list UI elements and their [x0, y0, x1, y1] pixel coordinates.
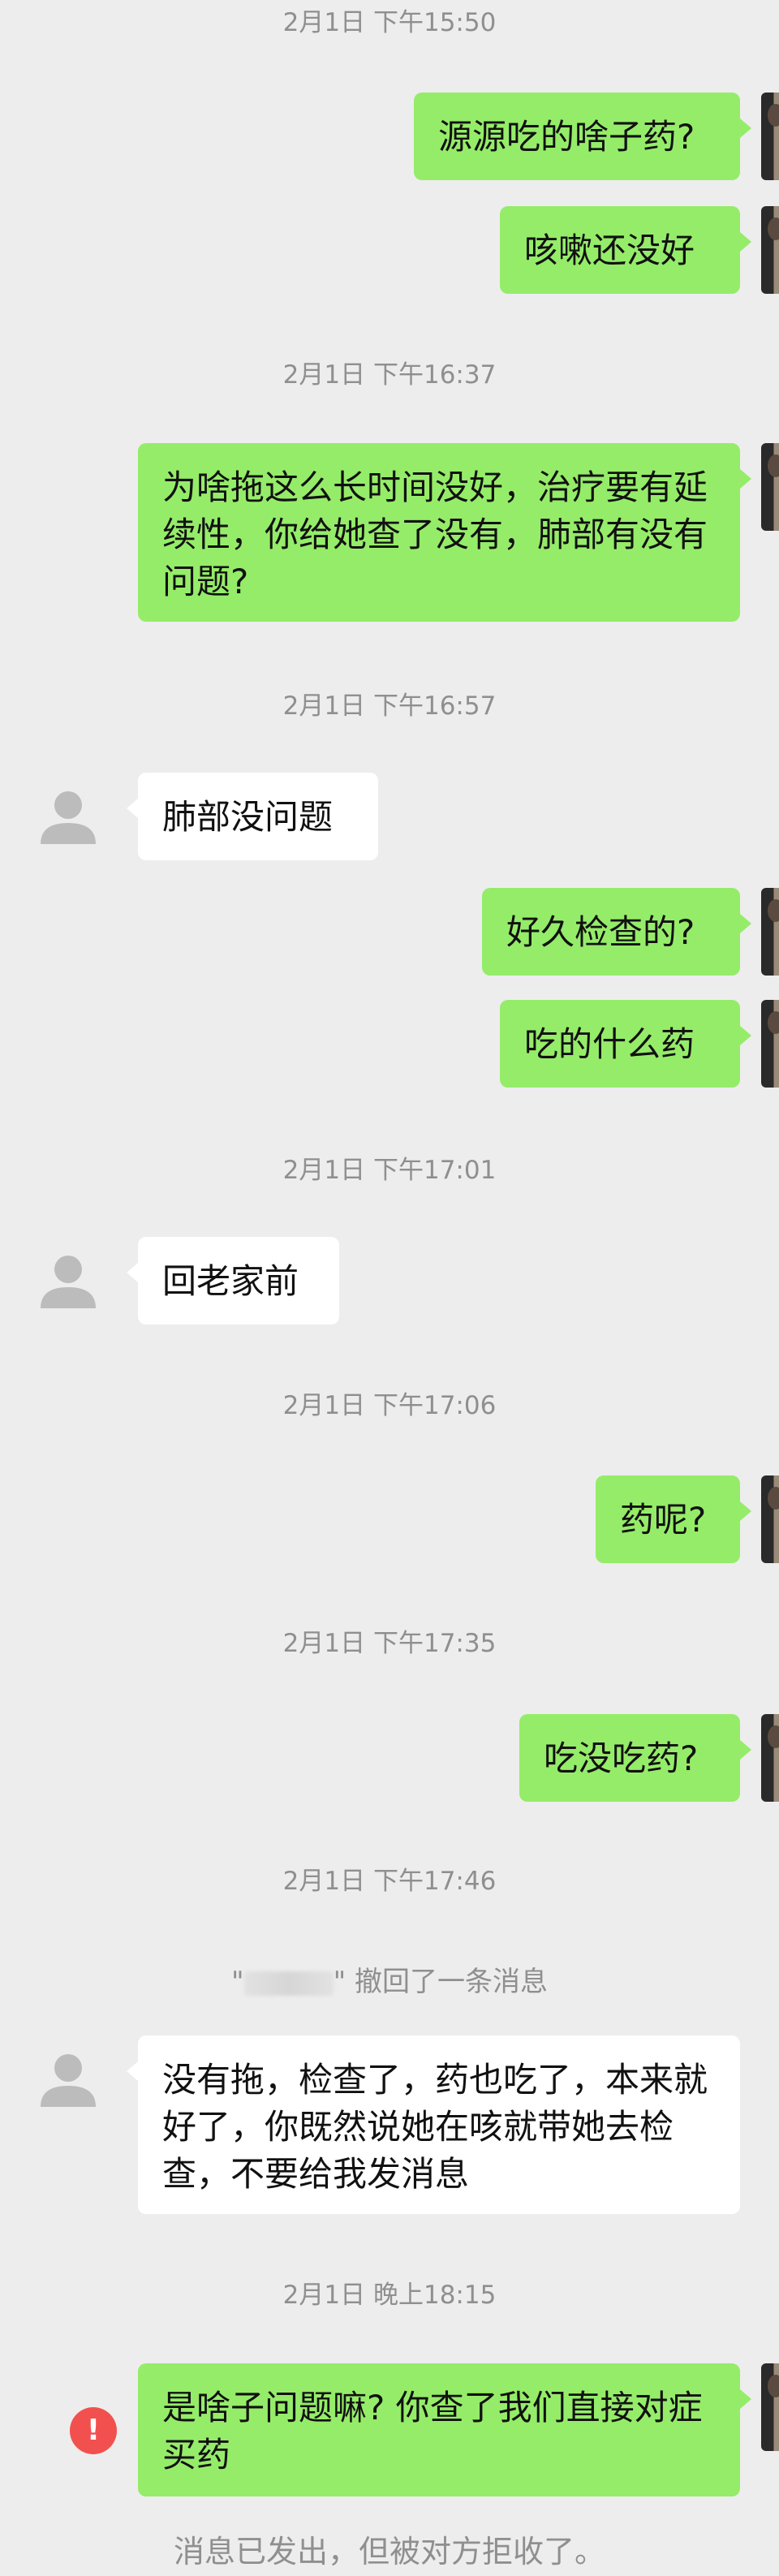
- message-bubble-received[interactable]: 没有拖，检查了，药也吃了，本来就好了，你既然说她在咳就带她去检查，不要给我发消息: [127, 2035, 740, 2214]
- message-bubble-sent[interactable]: 咳嗽还没好: [500, 206, 751, 294]
- default-person-icon: [29, 1242, 107, 1320]
- recall-notice: " " 撤回了一条消息: [0, 1964, 779, 2000]
- my-avatar[interactable]: [761, 888, 779, 976]
- message-bubble-sent[interactable]: 吃的什么药: [500, 1000, 751, 1088]
- my-avatar[interactable]: [761, 1000, 779, 1088]
- recall-text: 撤回了一条消息: [355, 1966, 549, 1998]
- timestamp: 2月1日 下午16:37: [282, 360, 497, 390]
- message-bubble-received[interactable]: 回老家前: [127, 1237, 339, 1325]
- my-avatar[interactable]: [761, 443, 779, 531]
- my-avatar[interactable]: [761, 1714, 779, 1802]
- message-bubble-received[interactable]: 肺部没问题: [127, 773, 378, 860]
- timestamp: 2月1日 下午17:46: [282, 1867, 497, 1896]
- timestamp: 2月1日 下午15:50: [282, 8, 497, 37]
- redacted-name: [243, 1971, 334, 1996]
- send-failed-icon[interactable]: !: [70, 2407, 117, 2454]
- default-person-icon: [29, 778, 107, 855]
- timestamp: 2月1日 下午17:01: [282, 1156, 497, 1185]
- message-bubble-sent[interactable]: 源源吃的啥子药?: [414, 93, 751, 180]
- message-bubble-sent[interactable]: 吃没吃药?: [519, 1714, 751, 1802]
- default-person-icon: [29, 2040, 107, 2118]
- message-bubble-sent[interactable]: 好久检查的?: [482, 888, 751, 976]
- message-bubble-sent[interactable]: 药呢?: [596, 1475, 751, 1563]
- contact-avatar[interactable]: [29, 2040, 107, 2118]
- rejected-notice: 消息已发出，但被对方拒收了。: [173, 2534, 605, 2570]
- recall-open-quote: ": [230, 1966, 244, 1998]
- message-bubble-sent[interactable]: 为啥拖这么长时间没好，治疗要有延续性，你给她查了没有，肺部有没有问题?: [138, 443, 751, 622]
- recall-close-quote: ": [333, 1966, 346, 1998]
- my-avatar[interactable]: [761, 1475, 779, 1563]
- message-bubble-sent[interactable]: 是啥子问题嘛? 你查了我们直接对症买药: [138, 2363, 751, 2496]
- my-avatar[interactable]: [761, 93, 779, 180]
- timestamp: 2月1日 下午16:57: [282, 691, 497, 721]
- timestamp: 2月1日 下午17:35: [282, 1629, 497, 1658]
- contact-avatar[interactable]: [29, 1242, 107, 1320]
- my-avatar[interactable]: [761, 206, 779, 294]
- contact-avatar[interactable]: [29, 778, 107, 855]
- timestamp: 2月1日 下午17:06: [282, 1391, 497, 1420]
- timestamp: 2月1日 晚上18:15: [282, 2281, 497, 2310]
- my-avatar[interactable]: [761, 2363, 779, 2451]
